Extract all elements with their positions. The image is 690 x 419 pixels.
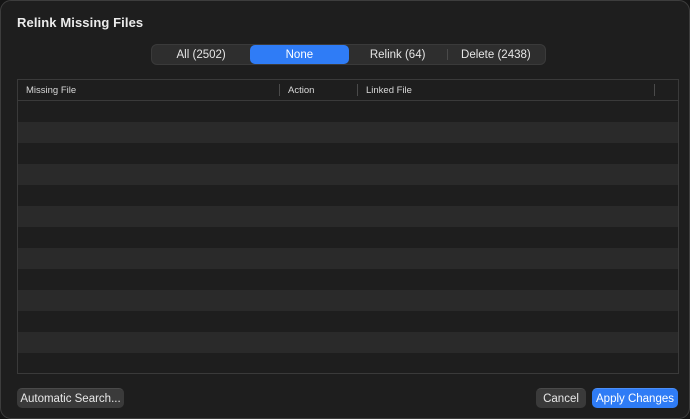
column-header-action[interactable]: Action: [280, 80, 358, 100]
automatic-search-button[interactable]: Automatic Search...: [17, 388, 124, 408]
filter-segmented-control: All (2502) None Relink (64) Delete (2438…: [151, 44, 546, 65]
table-row: [18, 206, 678, 227]
column-header-missing-file[interactable]: Missing File: [18, 80, 280, 100]
dialog-title: Relink Missing Files: [17, 15, 144, 30]
column-header-extra[interactable]: [655, 80, 678, 100]
table-row: [18, 122, 678, 143]
table-row: [18, 185, 678, 206]
table-row: [18, 164, 678, 185]
filter-option-relink[interactable]: Relink (64): [349, 45, 447, 64]
table-row: [18, 143, 678, 164]
relink-missing-files-dialog: Relink Missing Files All (2502) None Rel…: [0, 0, 690, 419]
table-row: [18, 227, 678, 248]
table-row: [18, 248, 678, 269]
filter-option-delete[interactable]: Delete (2438): [446, 45, 545, 64]
table-row: [18, 269, 678, 290]
table-row: [18, 311, 678, 332]
missing-files-table: Missing File Action Linked File: [17, 79, 679, 374]
cancel-button[interactable]: Cancel: [536, 388, 586, 408]
table-body: [18, 101, 678, 373]
table-header: Missing File Action Linked File: [18, 80, 678, 101]
apply-changes-button[interactable]: Apply Changes: [592, 388, 678, 408]
filter-option-all[interactable]: All (2502): [152, 45, 250, 64]
table-row: [18, 353, 678, 373]
table-row: [18, 332, 678, 353]
table-row: [18, 290, 678, 311]
table-row: [18, 101, 678, 122]
filter-option-none[interactable]: None: [250, 45, 349, 64]
column-header-linked-file[interactable]: Linked File: [358, 80, 655, 100]
